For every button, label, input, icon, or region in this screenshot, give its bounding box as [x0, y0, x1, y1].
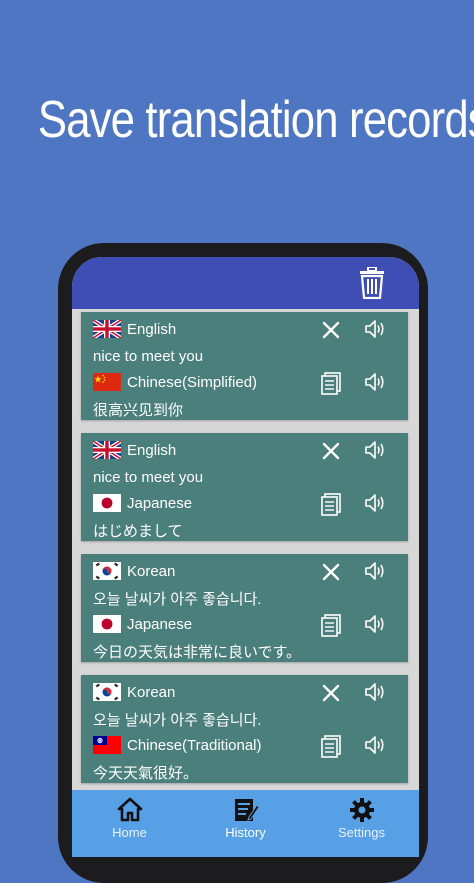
- source-lang-row: English: [93, 318, 176, 340]
- app-screen: English nice to meet you Chinese(Simplifie…: [72, 257, 419, 857]
- china-flag: [93, 373, 121, 391]
- nav-history-label: History: [225, 825, 266, 840]
- korea-flag: [93, 683, 121, 701]
- source-text: nice to meet you: [93, 468, 204, 486]
- copy-icon[interactable]: [319, 492, 343, 516]
- target-text: 很高兴见到你: [93, 401, 184, 419]
- target-language: Japanese: [127, 494, 193, 512]
- speaker-icon[interactable]: [363, 733, 387, 757]
- source-language: English: [127, 320, 177, 338]
- source-language: Korean: [127, 562, 176, 580]
- close-icon[interactable]: [319, 439, 343, 463]
- nav-settings-label: Settings: [338, 825, 385, 840]
- source-text: 오늘 날씨가 아주 좋습니다.: [93, 590, 262, 608]
- target-lang-row: Chinese(Simplified): [93, 371, 257, 393]
- history-icon: [234, 799, 259, 821]
- japan-flag: [93, 494, 121, 512]
- target-text: 今天天氣很好。: [93, 764, 199, 782]
- speaker-icon[interactable]: [363, 370, 387, 394]
- source-text: nice to meet you: [93, 347, 204, 365]
- promo-headline: Save translation records: [37, 91, 474, 149]
- nav-history[interactable]: History: [188, 790, 303, 857]
- speaker-icon[interactable]: [363, 559, 387, 583]
- korea-flag: [93, 562, 121, 580]
- target-language: Chinese(Simplified): [127, 373, 258, 391]
- nav-home[interactable]: Home: [72, 790, 187, 857]
- history-record-card[interactable]: Korean 오늘 날씨가 아주 좋습니다. Japanese 今日の天気は非常に良い…: [81, 554, 408, 662]
- app-bar: [72, 257, 419, 309]
- nav-home-label: Home: [112, 825, 147, 840]
- copy-icon[interactable]: [319, 734, 343, 758]
- close-icon[interactable]: [319, 560, 343, 584]
- trash-icon[interactable]: [359, 267, 385, 299]
- speaker-icon[interactable]: [363, 317, 387, 341]
- speaker-icon[interactable]: [363, 612, 387, 636]
- close-icon[interactable]: [319, 318, 343, 342]
- home-icon: [117, 797, 142, 822]
- target-lang-row: Chinese(Traditional): [93, 734, 262, 756]
- target-lang-row: Japanese: [93, 492, 192, 514]
- bottom-navigation: Home History Settings: [72, 790, 419, 857]
- source-lang-row: Korean: [93, 560, 175, 582]
- target-language: Chinese(Traditional): [127, 736, 262, 754]
- uk-flag: [93, 441, 121, 459]
- target-language: Japanese: [127, 615, 193, 633]
- source-lang-row: Korean: [93, 681, 175, 703]
- close-icon[interactable]: [319, 681, 343, 705]
- target-text: 今日の天気は非常に良いです。: [93, 643, 302, 661]
- copy-icon[interactable]: [319, 371, 343, 395]
- history-record-card[interactable]: English nice to meet you Chinese(Simplifie…: [81, 312, 408, 420]
- speaker-icon[interactable]: [363, 491, 387, 515]
- speaker-icon[interactable]: [363, 680, 387, 704]
- source-language: English: [127, 441, 177, 459]
- japan-flag: [93, 615, 121, 633]
- history-record-card[interactable]: Korean 오늘 날씨가 아주 좋습니다. Chinese(Traditional…: [81, 675, 408, 783]
- history-record-card[interactable]: English nice to meet you Japanese はじめまして: [81, 433, 408, 541]
- speaker-icon[interactable]: [363, 438, 387, 462]
- uk-flag: [93, 320, 121, 338]
- target-lang-row: Japanese: [93, 613, 192, 635]
- nav-settings[interactable]: Settings: [304, 790, 419, 857]
- gear-icon: [349, 798, 374, 822]
- source-language: Korean: [127, 683, 176, 701]
- taiwan-flag: [93, 736, 121, 754]
- source-text: 오늘 날씨가 아주 좋습니다.: [93, 711, 262, 729]
- copy-icon[interactable]: [319, 613, 343, 637]
- source-lang-row: English: [93, 439, 176, 461]
- target-text: はじめまして: [93, 522, 183, 540]
